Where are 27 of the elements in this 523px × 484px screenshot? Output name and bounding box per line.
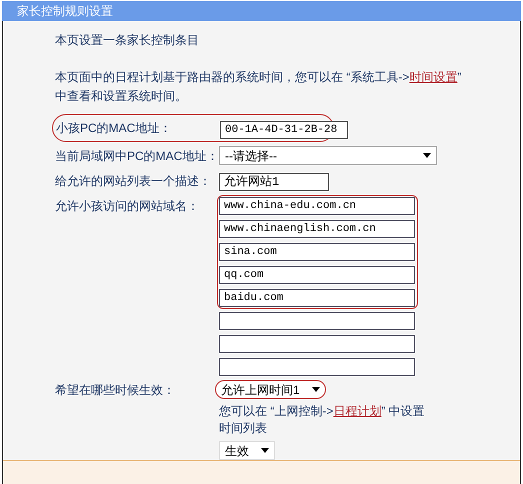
schedule-note: 您可以在 “上网控制->日程计划” 中设置时间列表 <box>219 403 426 437</box>
field-label: 希望在哪些时候生效： <box>55 382 176 398</box>
dropdown[interactable]: --请选择-- <box>219 146 437 165</box>
field-label: 允许小孩访问的网站域名： <box>55 198 200 215</box>
domain-field[interactable]: qq.com <box>219 266 415 284</box>
dropdown[interactable]: 允许上网时间1 <box>215 380 326 399</box>
domain-field[interactable]: sina.com <box>219 243 415 261</box>
domain-field[interactable]: baidu.com <box>219 289 415 307</box>
domain-field[interactable]: www.china-edu.com.cn <box>219 197 415 215</box>
domain-field[interactable] <box>219 358 415 376</box>
domain-field[interactable] <box>219 335 415 353</box>
schedule-link[interactable]: 日程计划 <box>333 404 382 418</box>
intro-text: 本页设置一条家长控制条目 <box>55 32 200 49</box>
caret-icon <box>312 387 320 392</box>
time-settings-link[interactable]: 时间设置 <box>409 70 458 84</box>
text-field[interactable]: 允许网站1 <box>219 173 329 191</box>
field-label: 当前局域网中PC的MAC地址： <box>55 148 215 164</box>
caret-icon <box>423 153 431 158</box>
field-label: 小孩PC的MAC地址： <box>56 120 172 137</box>
domain-field[interactable] <box>219 312 415 330</box>
field-label: 给允许的网站列表一个描述： <box>55 173 212 190</box>
domain-field[interactable]: www.chinaenglish.com.cn <box>219 220 415 238</box>
text-field[interactable]: 00-1A-4D-31-2B-28 <box>220 121 348 139</box>
dropdown[interactable]: 生效 <box>219 441 275 460</box>
notice-text: 本页面中的日程计划基于路由器的系统时间，您可以在 “系统工具->时间设置” 中查看和设置系统时间。 <box>55 69 462 105</box>
caret-icon <box>261 448 269 453</box>
window-title: 家长控制规则设置 <box>17 3 113 20</box>
